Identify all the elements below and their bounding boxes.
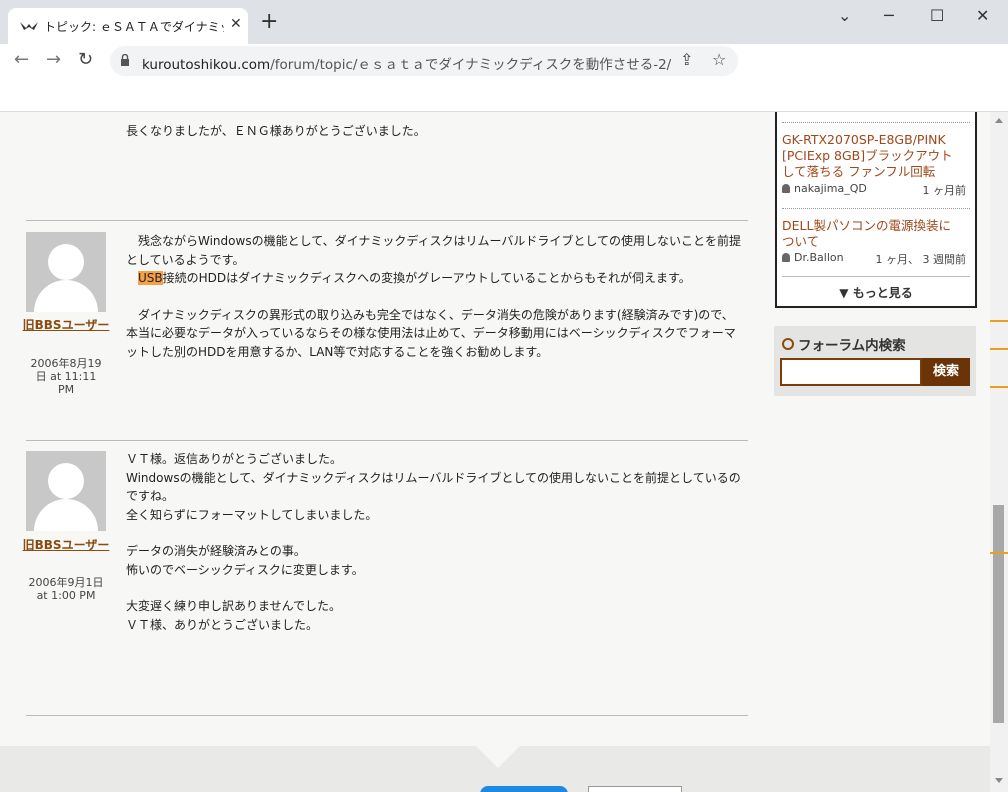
recent-topic-link[interactable]: GK-RTX2070SP-E8GB/PINK [PCIExp 8GB]ブラックア… xyxy=(782,132,968,180)
find-match-marker xyxy=(990,552,1008,554)
post-date: 2006年8月19 日 at 11:11 PM xyxy=(30,357,102,396)
reload-icon[interactable]: ↻ xyxy=(78,49,93,70)
close-window-icon[interactable]: ✕ xyxy=(976,6,989,25)
scroll-down-icon[interactable] xyxy=(995,778,1003,783)
post-body: 残念ながらWindowsの機能として、ダイナミックディスクはリムーバルドライブと… xyxy=(126,234,742,359)
site-favicon-icon xyxy=(20,22,38,30)
show-more-link[interactable]: ▼ もっと見る xyxy=(777,284,975,301)
page-scrollbar[interactable] xyxy=(990,112,1008,792)
avatar xyxy=(26,232,106,312)
find-match-marker xyxy=(990,386,1008,388)
find-match-marker xyxy=(990,348,1008,350)
tab-close-icon[interactable]: ✕ xyxy=(230,16,242,32)
topic-meta: Dr.Ballon 1 ヶ月、 3 週間前 xyxy=(782,251,970,266)
browser-titlebar: トピック: ｅＳＡＴＡでダイナミックディ ✕ + ⌄ ─ ☐ ✕ xyxy=(0,0,1008,44)
user-icon xyxy=(782,184,790,193)
find-match-marker xyxy=(990,320,1008,322)
footer-notch xyxy=(476,746,520,768)
share-icon[interactable]: ⇪ xyxy=(680,50,693,69)
post-divider xyxy=(26,220,748,221)
lock-icon xyxy=(121,54,129,66)
search-widget-title: フォーラム内検索 xyxy=(798,338,906,354)
scroll-up-icon[interactable] xyxy=(995,118,1003,123)
post-divider xyxy=(26,715,748,716)
tab-title: トピック: ｅＳＡＴＡでダイナミックディ xyxy=(44,20,224,34)
post-divider xyxy=(26,440,748,441)
maximize-icon[interactable]: ☐ xyxy=(930,6,944,25)
bookmark-star-icon[interactable]: ☆ xyxy=(712,50,726,69)
bookmark-bar xyxy=(0,80,1008,112)
post-date: 2006年9月1日 at 1:00 PM xyxy=(28,576,104,602)
forum-search-widget: フォーラム内検索 検索 xyxy=(774,326,976,396)
post-author-link[interactable]: 旧BBSユーザー xyxy=(22,317,110,334)
previous-post-tail: 長くなりましたが、ＥＮＧ様ありがとうございました。 xyxy=(126,124,426,138)
user-icon xyxy=(782,253,790,262)
page-content: 長くなりましたが、ＥＮＧ様ありがとうございました。 旧BBSユーザー 2006年… xyxy=(0,112,990,792)
recent-topics-widget: GK-RTX2070SP-E8GB/PINK [PCIExp 8GB]ブラックア… xyxy=(775,112,977,308)
browser-toolbar: ← → ↻ kuroutoshikou.com/forum/topic/ｅｓａｔ… xyxy=(0,44,1008,80)
triangle-down-icon: ▼ xyxy=(839,286,849,300)
post-author-link[interactable]: 旧BBSユーザー xyxy=(22,537,110,554)
footer-button[interactable] xyxy=(588,786,682,792)
new-tab-icon[interactable]: + xyxy=(260,11,278,33)
url-text: kuroutoshikou.com/forum/topic/ｅｓａｔａでダイナミ… xyxy=(142,57,672,73)
tab-search-chevron-icon[interactable]: ⌄ xyxy=(838,6,851,25)
browser-tab[interactable]: トピック: ｅＳＡＴＡでダイナミックディ ✕ xyxy=(8,8,248,44)
recent-topic-link[interactable]: DELL製パソコンの電源換装に ついて xyxy=(782,218,968,250)
search-input[interactable] xyxy=(780,358,922,386)
search-highlight: USB xyxy=(138,271,163,285)
minimize-icon[interactable]: ─ xyxy=(884,6,894,25)
address-bar[interactable]: kuroutoshikou.com/forum/topic/ｅｓａｔａでダイナミ… xyxy=(110,46,738,76)
back-icon[interactable]: ← xyxy=(14,49,29,70)
avatar xyxy=(26,451,106,531)
forward-icon[interactable]: → xyxy=(46,49,61,70)
search-button[interactable]: 検索 xyxy=(922,358,970,386)
post-body: ＶＴ様。返信ありがとうございました。 Windowsの機能として、ダイナミックデ… xyxy=(126,452,741,632)
footer-button[interactable] xyxy=(480,786,568,792)
scroll-thumb[interactable] xyxy=(993,505,1004,723)
topic-meta: nakajima_QD 1 ヶ月前 xyxy=(782,182,970,197)
search-icon xyxy=(782,338,794,350)
